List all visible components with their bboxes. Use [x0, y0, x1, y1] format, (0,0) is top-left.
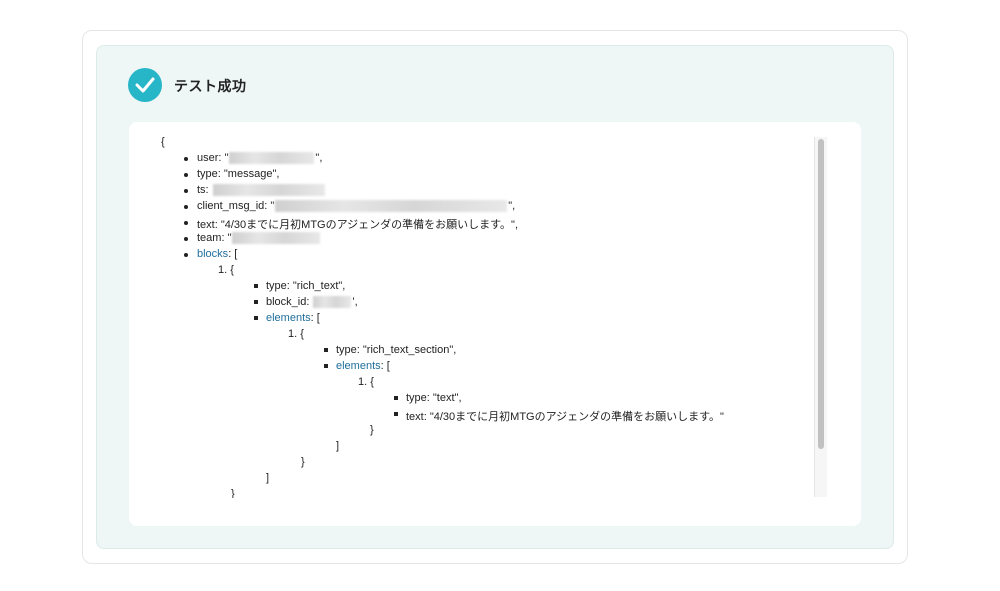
field-blocks: blocks: [	[197, 248, 238, 260]
list-bullet	[184, 221, 188, 225]
block-elements: elements: [	[266, 312, 320, 324]
field-ts: ts:	[197, 184, 326, 197]
field-text: text: "4/30までに月初MTGのアジェンダの準備をお願いします。",	[197, 219, 519, 231]
inner-elements-key[interactable]: elements	[336, 360, 381, 372]
scrollbar-thumb[interactable]	[818, 139, 824, 449]
list-bullet	[254, 284, 258, 288]
json-output[interactable]: { user: " ", type: "message", ts: client_…	[160, 134, 815, 498]
blocks-item-index: 1. {	[218, 264, 234, 276]
inner-type: type: "text",	[406, 392, 462, 404]
field-type: type: "message",	[197, 168, 280, 180]
redacted-value	[229, 152, 315, 165]
list-bullet	[184, 253, 188, 257]
list-bullet	[324, 364, 328, 368]
redacted-value	[313, 296, 352, 309]
list-bullet	[394, 396, 398, 400]
block-type: type: "rich_text",	[266, 280, 346, 292]
close-bracket: ]	[336, 440, 340, 452]
open-brace: {	[161, 136, 165, 148]
list-bullet	[254, 300, 258, 304]
list-bullet	[254, 316, 258, 320]
vertical-scrollbar[interactable]	[814, 137, 827, 497]
redacted-value	[232, 232, 321, 245]
field-team: team: "	[197, 232, 321, 245]
elements-item-index: 1. {	[288, 328, 304, 340]
blocks-key[interactable]: blocks	[197, 248, 228, 260]
close-bracket: ]	[266, 472, 270, 484]
list-bullet	[184, 237, 188, 241]
close-brace: }	[301, 456, 305, 468]
list-bullet	[184, 205, 188, 209]
list-bullet	[324, 348, 328, 352]
redacted-value	[275, 200, 508, 213]
status-title: テスト成功	[174, 78, 247, 94]
list-bullet	[184, 157, 188, 161]
field-user: user: " ",	[197, 152, 323, 165]
close-brace: }	[370, 424, 374, 436]
inner-text: text: "4/30までに月初MTGのアジェンダの準備をお願いします。"	[406, 411, 724, 423]
section-elements: elements: [	[336, 360, 390, 372]
list-bullet	[184, 173, 188, 177]
elements-key[interactable]: elements	[266, 312, 311, 324]
check-icon	[128, 68, 162, 102]
field-client-msg-id: client_msg_id: " ",	[197, 200, 516, 213]
list-bullet	[394, 412, 398, 416]
close-brace: }	[231, 488, 235, 498]
section-type: type: "rich_text_section",	[336, 344, 457, 356]
list-bullet	[184, 189, 188, 193]
inner-item-index: 1. {	[358, 376, 374, 388]
block-id: block_id: ',	[266, 296, 358, 309]
redacted-value	[212, 184, 325, 197]
